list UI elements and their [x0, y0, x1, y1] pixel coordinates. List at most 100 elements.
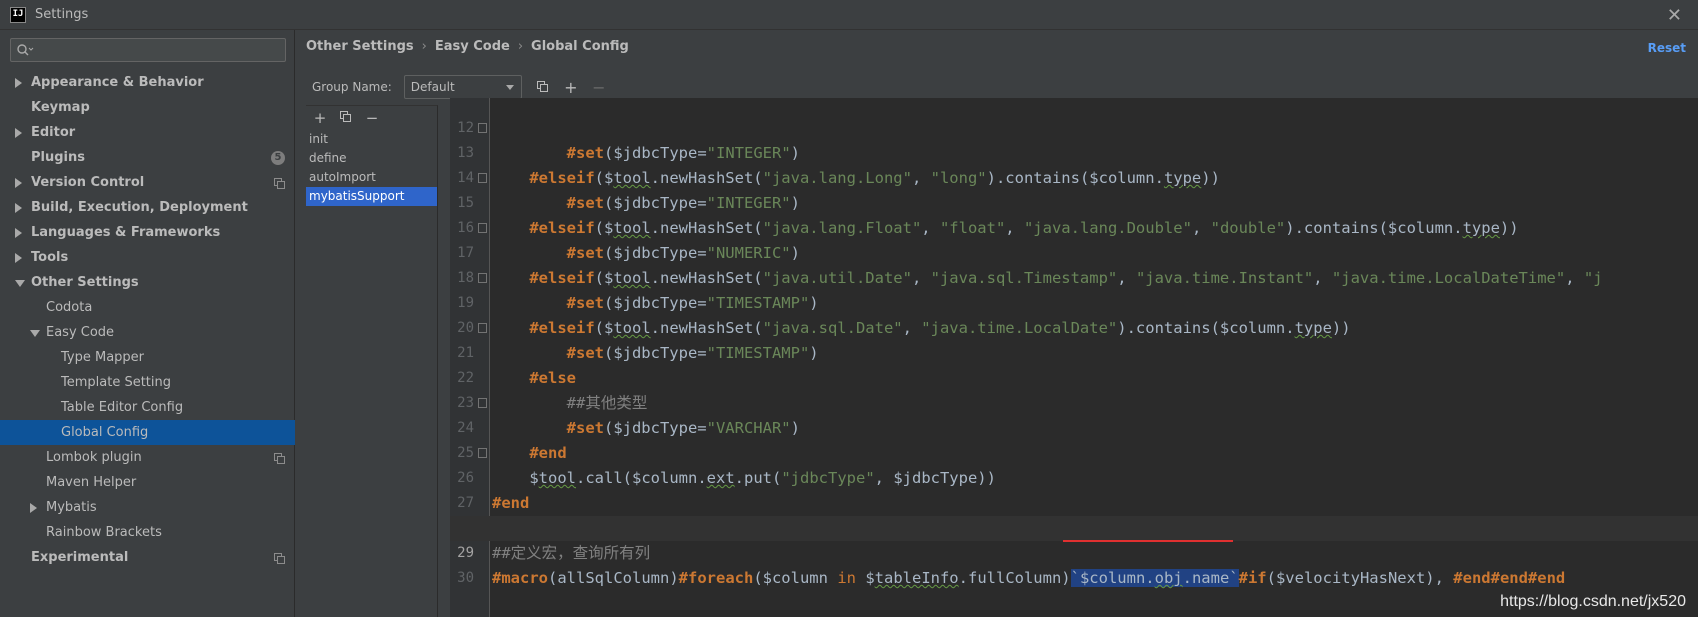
- title-bar: IJ Settings ✕: [0, 0, 1698, 30]
- settings-content-panel: Other Settings › Easy Code › Global Conf…: [296, 30, 1698, 617]
- code-line: 22 ##其他类型: [450, 341, 1698, 412]
- plugins-update-badge: 5: [271, 151, 285, 165]
- breadcrumb-other-settings[interactable]: Other Settings: [306, 39, 414, 54]
- copy-icon: [536, 80, 548, 92]
- chevron-right-icon[interactable]: [15, 178, 22, 188]
- sidebar-item-easy-code[interactable]: Easy Code: [0, 320, 295, 345]
- template-list-panel: + − init define autoImport mybatisSupport: [306, 105, 438, 617]
- sidebar-item-label: Table Editor Config: [61, 400, 184, 415]
- code-line: 18 #set($jdbcType="TIMESTAMP"): [450, 241, 1698, 312]
- line-number: 30: [457, 570, 474, 586]
- sidebar-item-label: Experimental: [31, 550, 129, 565]
- sidebar-item-label: Rainbow Brackets: [46, 525, 162, 540]
- group-name-select[interactable]: Default: [403, 75, 522, 99]
- copy-icon: [340, 111, 351, 122]
- remove-template-button[interactable]: −: [365, 109, 379, 127]
- code-line: 28 ##定义宏，查询所有列: [450, 491, 1698, 562]
- add-template-button[interactable]: +: [313, 109, 327, 127]
- search-icon: [17, 44, 34, 56]
- group-row: Group Name: Default + −: [312, 74, 606, 100]
- sidebar-item-label: Keymap: [31, 100, 90, 115]
- settings-sidebar: Appearance & Behavior Keymap Editor Plugins…: [0, 30, 295, 617]
- code-line: 14 #set($jdbcType="INTEGER"): [450, 141, 1698, 212]
- sidebar-item-label: Editor: [31, 125, 76, 140]
- template-toolbar: + −: [306, 106, 437, 130]
- sidebar-item-label: Mybatis: [46, 500, 97, 515]
- template-item-autoimport[interactable]: autoImport: [306, 168, 437, 187]
- template-item-define[interactable]: define: [306, 149, 437, 168]
- code-line: 25 $tool.call($column.ext.put("jdbcType"…: [450, 416, 1698, 487]
- chevron-right-icon[interactable]: [15, 203, 22, 213]
- code-line: 17 #elseif($tool.newHashSet("java.util.D…: [450, 216, 1698, 287]
- project-settings-icon: [274, 453, 285, 464]
- chevron-right-icon[interactable]: [15, 253, 22, 263]
- code-line: 12 #set($jdbcType="INTEGER"): [450, 98, 1698, 162]
- chevron-right-icon[interactable]: [30, 503, 37, 513]
- chevron-right-icon[interactable]: [15, 128, 22, 138]
- sidebar-item-experimental[interactable]: Experimental: [0, 545, 295, 570]
- chevron-down-icon[interactable]: [15, 280, 25, 287]
- code-line: 20 #set($jdbcType="TIMESTAMP"): [450, 291, 1698, 362]
- sidebar-item-label: Appearance & Behavior: [31, 75, 204, 90]
- close-icon[interactable]: ✕: [1667, 5, 1682, 26]
- code-line: 16 #set($jdbcType="NUMERIC"): [450, 191, 1698, 262]
- code-editor[interactable]: 12 #set($jdbcType="INTEGER") 13 #elseif(…: [450, 98, 1698, 617]
- sidebar-item-label: Languages & Frameworks: [31, 225, 221, 240]
- sidebar-item-other-settings[interactable]: Other Settings: [0, 270, 295, 295]
- sidebar-item-type-mapper[interactable]: Type Mapper: [0, 345, 295, 370]
- copy-group-button[interactable]: [536, 78, 550, 97]
- sidebar-item-plugins[interactable]: Plugins 5: [0, 145, 295, 170]
- sidebar-item-version-control[interactable]: Version Control: [0, 170, 295, 195]
- chevron-down-icon: [505, 85, 514, 90]
- code-line: 21 #else: [450, 316, 1698, 387]
- sidebar-item-build-execution-deployment[interactable]: Build, Execution, Deployment: [0, 195, 295, 220]
- sidebar-item-keymap[interactable]: Keymap: [0, 95, 295, 120]
- sidebar-item-lombok-plugin[interactable]: Lombok plugin: [0, 445, 295, 470]
- sidebar-item-languages-frameworks[interactable]: Languages & Frameworks: [0, 220, 295, 245]
- sidebar-item-label: Type Mapper: [61, 350, 145, 365]
- code-line: 30: [450, 541, 1698, 586]
- add-group-button[interactable]: +: [564, 78, 578, 97]
- sidebar-item-codota[interactable]: Codota: [0, 295, 295, 320]
- sidebar-item-maven-helper[interactable]: Maven Helper: [0, 470, 295, 495]
- sidebar-item-table-editor-config[interactable]: Table Editor Config: [0, 395, 295, 420]
- template-list: init define autoImport mybatisSupport: [306, 130, 437, 206]
- window-title: Settings: [35, 7, 89, 22]
- code-line-current: 29 #macro(allSqlColumn)#foreach($column …: [450, 516, 1698, 587]
- sidebar-item-label: Template Setting: [61, 375, 171, 390]
- sidebar-item-label: Lombok plugin: [46, 450, 142, 465]
- code-line: 15 #elseif($tool.newHashSet("java.lang.F…: [450, 166, 1698, 237]
- chevron-right-icon[interactable]: [15, 228, 22, 238]
- sidebar-item-label: Other Settings: [31, 275, 139, 290]
- group-name-label: Group Name:: [312, 80, 392, 94]
- code-line: 23 #set($jdbcType="VARCHAR"): [450, 366, 1698, 437]
- breadcrumb-easy-code[interactable]: Easy Code: [435, 39, 510, 54]
- copy-template-button[interactable]: [339, 109, 353, 127]
- watermark: https://blog.csdn.net/jx520: [1500, 593, 1686, 610]
- sidebar-item-rainbow-brackets[interactable]: Rainbow Brackets: [0, 520, 295, 545]
- settings-tree: Appearance & Behavior Keymap Editor Plugins…: [0, 70, 295, 570]
- sidebar-item-label: Easy Code: [46, 325, 115, 340]
- sidebar-item-label: Global Config: [61, 425, 149, 440]
- template-item-mybatissupport[interactable]: mybatisSupport: [306, 187, 437, 206]
- chevron-right-icon[interactable]: [15, 78, 22, 88]
- chevron-down-icon[interactable]: [30, 330, 40, 337]
- project-settings-icon: [274, 178, 285, 189]
- settings-search-input[interactable]: [10, 38, 286, 62]
- reset-link[interactable]: Reset: [1648, 41, 1686, 55]
- sidebar-item-template-setting[interactable]: Template Setting: [0, 370, 295, 395]
- remove-group-button[interactable]: −: [592, 78, 606, 97]
- sidebar-item-label: Tools: [31, 250, 69, 265]
- sidebar-item-label: Codota: [46, 300, 93, 315]
- sidebar-item-editor[interactable]: Editor: [0, 120, 295, 145]
- sidebar-item-label: Maven Helper: [46, 475, 137, 490]
- sidebar-item-tools[interactable]: Tools: [0, 245, 295, 270]
- breadcrumb: Other Settings › Easy Code › Global Conf…: [306, 39, 629, 54]
- template-item-init[interactable]: init: [306, 130, 437, 149]
- sidebar-item-global-config[interactable]: Global Config: [0, 420, 295, 445]
- code-line: 26 #end: [450, 441, 1698, 512]
- sidebar-item-label: Version Control: [31, 175, 145, 190]
- sidebar-item-mybatis[interactable]: Mybatis: [0, 495, 295, 520]
- sidebar-item-appearance-behavior[interactable]: Appearance & Behavior: [0, 70, 295, 95]
- sidebar-item-label: Plugins: [31, 150, 85, 165]
